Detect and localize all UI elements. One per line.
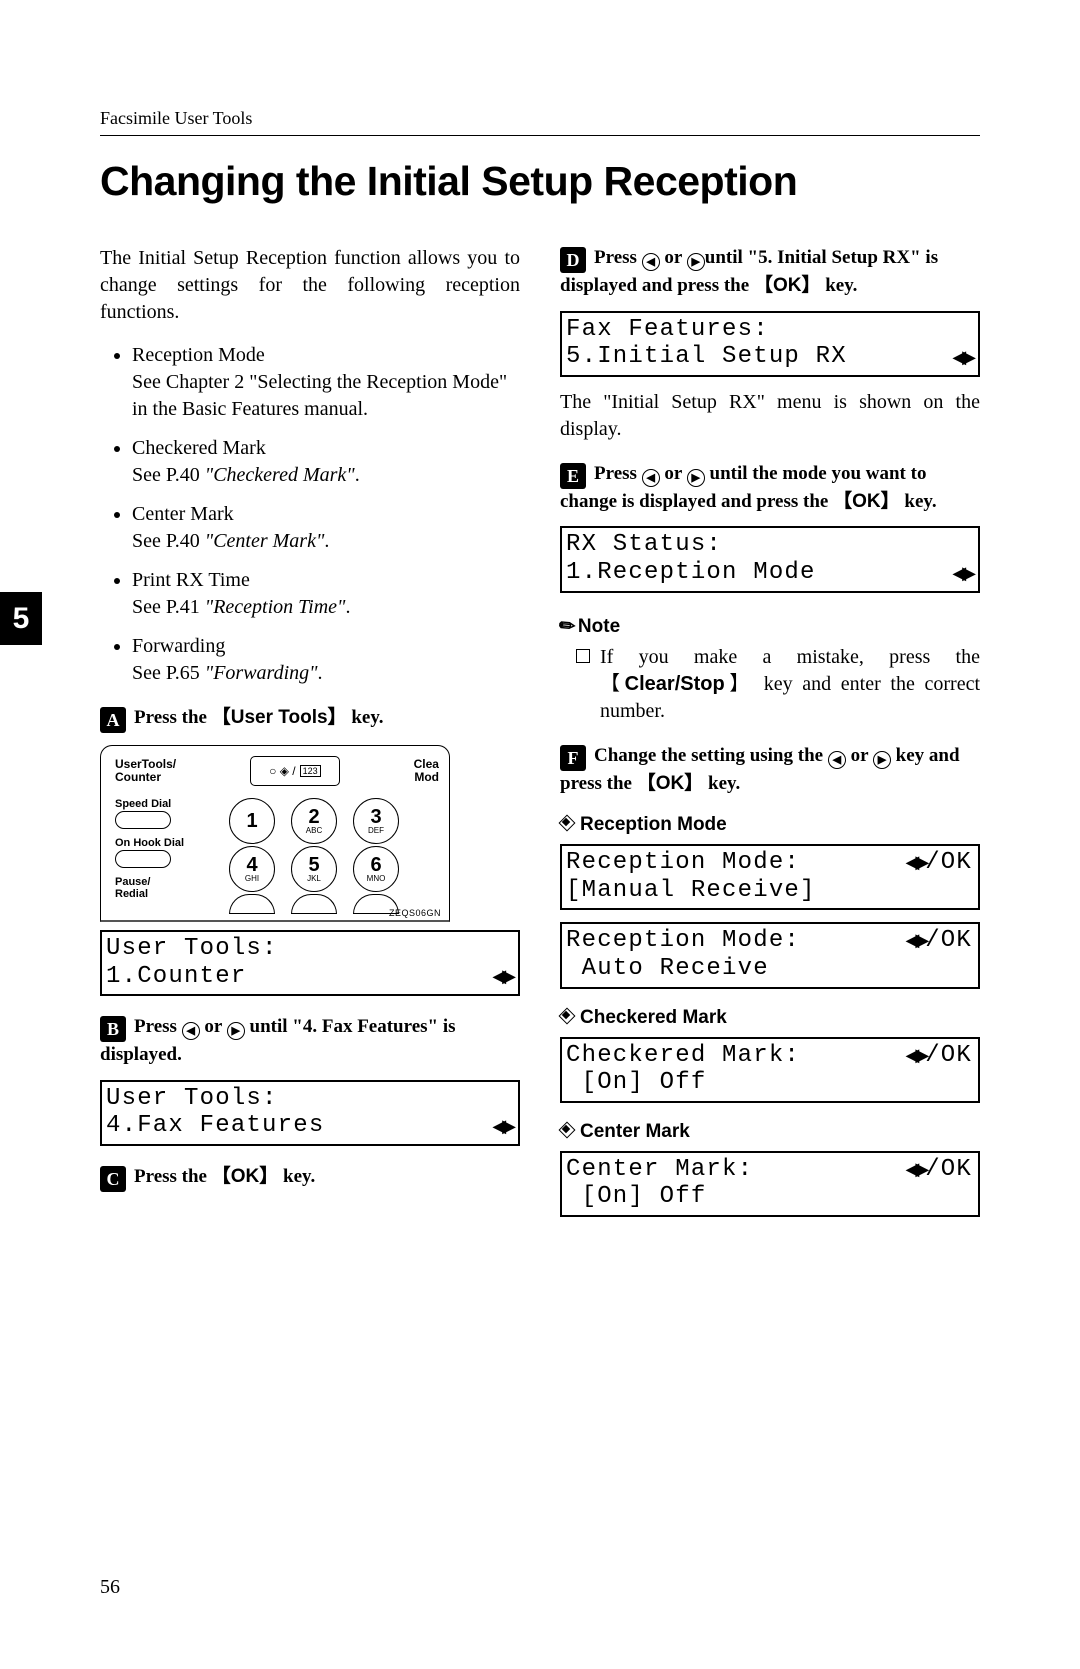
left-column: The Initial Setup Reception function all… [100, 245, 520, 1229]
lcd-rx-status: RX Status: 1.Reception Mode◀▶ [560, 526, 980, 592]
step-5: E Press ◀ or ▶ until the mode you want t… [560, 461, 980, 515]
figure-id: ZEQS06GN [389, 908, 441, 918]
lcd-user-tools-fax: User Tools: 4.Fax Features◀▶ [100, 1080, 520, 1146]
lcd-reception-auto: Reception Mode:◀▶/OK Auto Receive [560, 922, 980, 988]
lcd-checkered-mark: Checkered Mark:◀▶/OK [On] Off [560, 1037, 980, 1103]
step-1: A Press the 【User Tools】 key. [100, 705, 520, 733]
page-number: 56 [100, 1576, 120, 1599]
on-hook-dial-label: On Hook Dial [115, 837, 215, 849]
left-arrow-icon: ◀ [182, 1022, 200, 1040]
list-item: Forwarding See P.65 "Forwarding". [132, 633, 520, 687]
list-item: Reception Mode See Chapter 2 "Selecting … [132, 342, 520, 423]
list-item: Print RX Time See P.41 "Reception Time". [132, 567, 520, 621]
lcd-center-mark: Center Mark:◀▶/OK [On] Off [560, 1151, 980, 1217]
right-arrow-icon: ▶ [873, 751, 891, 769]
diamond-icon [560, 1123, 574, 1137]
step-2: B Press ◀ or ▶ until "4. Fax Features" i… [100, 1014, 520, 1068]
key-5-icon: 5JKL [291, 846, 337, 892]
key-3-icon: 3DEF [353, 798, 399, 844]
note-item: If you make a mistake, press the 【Clear/… [576, 644, 980, 725]
step-4-followup: The "Initial Setup RX" menu is shown on … [560, 389, 980, 443]
lcd-reception-manual: Reception Mode:◀▶/OK [Manual Receive] [560, 844, 980, 910]
chapter-tab: 5 [0, 592, 42, 645]
left-arrow-icon: ◀ [642, 253, 660, 271]
step-6: F Change the setting using the ◀ or ▶ ke… [560, 743, 980, 797]
leftright-arrows-icon: ◀▶ [492, 1116, 512, 1137]
feature-list: Reception Mode See Chapter 2 "Selecting … [100, 342, 520, 687]
running-header: Facsimile User Tools [100, 108, 980, 129]
speed-dial-button-icon [115, 811, 171, 829]
diamond-icon [560, 1009, 574, 1023]
user-tools-counter-label: UserTools/ Counter [115, 758, 176, 784]
left-arrow-icon: ◀ [828, 751, 846, 769]
key-8-icon [291, 894, 337, 914]
step-number-3-icon: C [100, 1166, 126, 1192]
keypad-panel-figure: UserTools/ Counter ○ ◈ / 123 Clea Mod Sp… [100, 745, 450, 922]
intro-text: The Initial Setup Reception function all… [100, 245, 520, 326]
diamond-icon [560, 816, 574, 830]
key-4-icon: 4GHI [229, 846, 275, 892]
left-arrow-icon: ◀ [642, 469, 660, 487]
list-item: Center Mark See P.40 "Center Mark". [132, 501, 520, 555]
mode-label: Mod [414, 771, 439, 784]
leftright-arrows-icon: ◀▶ [492, 966, 512, 987]
subhead-reception-mode: Reception Mode [560, 814, 980, 836]
lcd-user-tools-counter: User Tools: 1.Counter◀▶ [100, 930, 520, 996]
right-column: D Press ◀ or ▶until "5. Initial Setup RX… [560, 245, 980, 1229]
leftright-arrows-icon: ◀▶ [952, 347, 972, 368]
pause-redial-label: Pause/ Redial [115, 876, 215, 900]
step-3: C Press the 【OK】 key. [100, 1164, 520, 1192]
step-number-4-icon: D [560, 247, 586, 273]
key-1-icon: 1 [229, 798, 275, 844]
note-bullet-icon [576, 649, 590, 663]
panel-mini-lcd: ○ ◈ / 123 [250, 756, 340, 786]
right-arrow-icon: ▶ [687, 469, 705, 487]
step-number-2-icon: B [100, 1016, 126, 1042]
right-arrow-icon: ▶ [687, 253, 705, 271]
leftright-arrows-icon: ◀▶ [906, 1045, 926, 1065]
key-6-icon: 6MNO [353, 846, 399, 892]
step-number-1-icon: A [100, 707, 126, 733]
speed-dial-label: Speed Dial [115, 798, 215, 810]
key-2-icon: 2ABC [291, 798, 337, 844]
leftright-arrows-icon: ◀▶ [906, 852, 926, 872]
subhead-checkered-mark: Checkered Mark [560, 1007, 980, 1029]
on-hook-dial-button-icon [115, 850, 171, 868]
subhead-center-mark: Center Mark [560, 1121, 980, 1143]
key-7-icon [229, 894, 275, 914]
step-number-5-icon: E [560, 463, 586, 489]
page-title: Changing the Initial Setup Reception [100, 158, 980, 205]
leftright-arrows-icon: ◀▶ [906, 1159, 926, 1179]
lcd-fax-features: Fax Features: 5.Initial Setup RX◀▶ [560, 311, 980, 377]
step-number-6-icon: F [560, 745, 586, 771]
leftright-arrows-icon: ◀▶ [952, 563, 972, 584]
step-4: D Press ◀ or ▶until "5. Initial Setup RX… [560, 245, 980, 299]
header-rule [100, 135, 980, 136]
leftright-arrows-icon: ◀▶ [906, 930, 926, 950]
note-heading: ✎Note [560, 615, 980, 638]
right-arrow-icon: ▶ [227, 1022, 245, 1040]
list-item: Checkered Mark See P.40 "Checkered Mark"… [132, 435, 520, 489]
